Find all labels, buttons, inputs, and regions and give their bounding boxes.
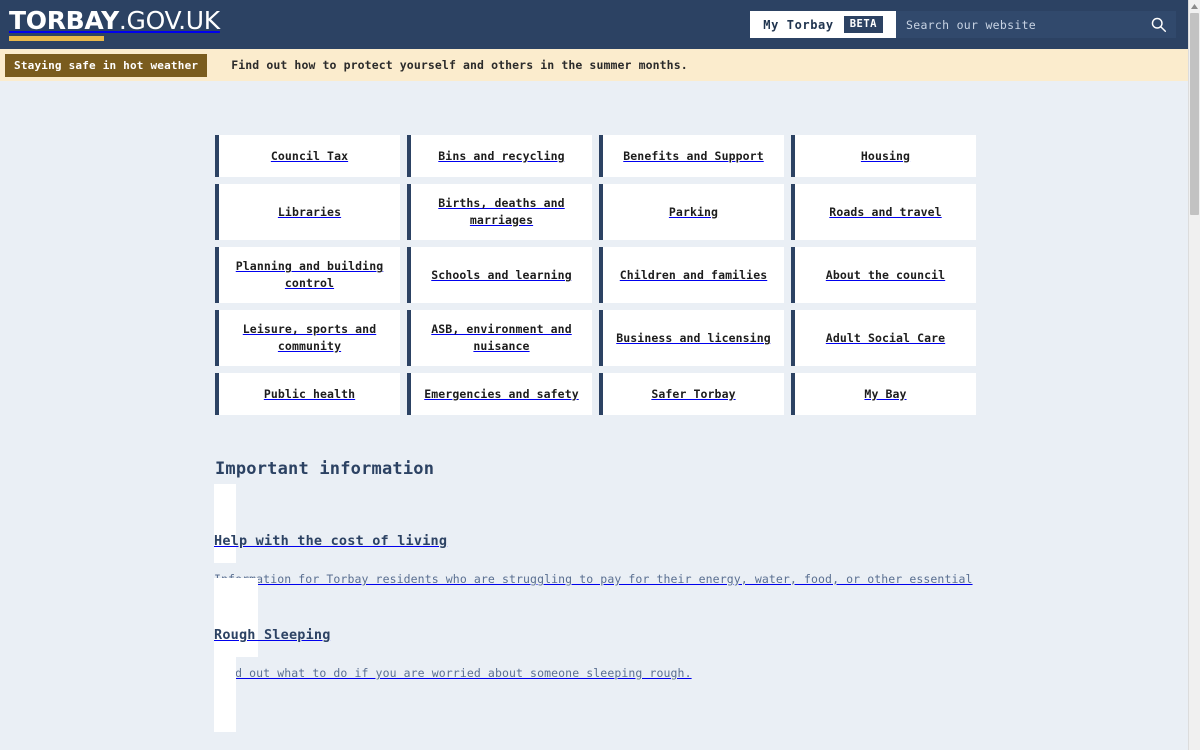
nav-card[interactable]: About the council	[791, 247, 976, 303]
nav-card-label: Leisure, sports and community	[242, 322, 377, 353]
site-logo-bold: TORBAY	[9, 6, 119, 35]
info-card-title: Help with the cost of living	[214, 533, 448, 549]
page-scrollbar[interactable]	[1188, 0, 1200, 750]
nav-card-label: Safer Torbay	[651, 386, 736, 401]
nav-card-label: Emergencies and safety	[424, 386, 579, 401]
nav-card-label: Benefits and Support	[623, 148, 764, 163]
nav-card[interactable]: Emergencies and safety	[407, 373, 592, 415]
nav-card[interactable]: Safer Torbay	[599, 373, 784, 415]
nav-card-label: Schools and learning	[431, 267, 572, 282]
nav-card-label: Bins and recycling	[438, 148, 565, 163]
nav-card-label: Public health	[263, 386, 356, 401]
nav-card-label: Children and families	[619, 267, 768, 282]
nav-card[interactable]: ASB, environment and nuisance	[407, 310, 592, 366]
search-input[interactable]	[896, 11, 1140, 38]
nav-card[interactable]: Parking	[599, 184, 784, 240]
main-content: Council Tax Bins and recycling Benefits …	[0, 81, 1188, 732]
search-submit-button[interactable]	[1140, 11, 1176, 38]
nav-card[interactable]: Roads and travel	[791, 184, 976, 240]
nav-card[interactable]: Bins and recycling	[407, 135, 592, 177]
alert-message: Find out how to protect yourself and oth…	[231, 58, 688, 72]
nav-card-label: About the council	[825, 267, 946, 282]
nav-card-label: My Bay	[864, 386, 907, 401]
nav-card[interactable]: Leisure, sports and community	[215, 310, 400, 366]
browser-viewport: TORBAY.GOV.UK My Torbay BETA Search our …	[0, 0, 1200, 750]
alert-banner: Staying safe in hot weather Find out how…	[0, 49, 1188, 81]
my-torbay-label: My Torbay	[763, 17, 834, 32]
nav-card-label: Adult Social Care	[825, 330, 946, 345]
nav-card-label: Council Tax	[270, 148, 349, 163]
nav-card[interactable]: Births, deaths and marriages	[407, 184, 592, 240]
nav-card[interactable]: Benefits and Support	[599, 135, 784, 177]
page-content: TORBAY.GOV.UK My Torbay BETA Search our …	[0, 0, 1188, 750]
scroll-up-arrow[interactable]	[1189, 0, 1200, 12]
nav-card[interactable]: My Bay	[791, 373, 976, 415]
nav-card-label: Housing	[860, 148, 911, 163]
nav-card-label: Business and licensing	[616, 330, 771, 345]
nav-card[interactable]: Adult Social Care	[791, 310, 976, 366]
nav-card[interactable]: Children and families	[599, 247, 784, 303]
header-actions: My Torbay BETA	[750, 11, 1176, 38]
search-icon	[1151, 17, 1166, 33]
nav-card-label: Planning and building control	[235, 259, 384, 290]
important-information-list: Help with the cost of living Information…	[214, 484, 974, 732]
triangle-up-icon	[1191, 3, 1198, 9]
nav-card[interactable]: Business and licensing	[599, 310, 784, 366]
nav-card[interactable]: Council Tax	[215, 135, 400, 177]
nav-card-label: Roads and travel	[829, 204, 942, 219]
info-card-description: Find out what to do if you are worried a…	[214, 665, 692, 680]
site-logo-underline	[9, 36, 104, 41]
nav-card[interactable]: Schools and learning	[407, 247, 592, 303]
site-logo-text: TORBAY.GOV.UK	[9, 8, 220, 33]
nav-card[interactable]: Housing	[791, 135, 976, 177]
beta-badge: BETA	[843, 16, 883, 33]
site-logo-suffix: .GOV.UK	[118, 6, 220, 35]
info-card-title: Rough Sleeping	[214, 626, 331, 643]
site-header: TORBAY.GOV.UK My Torbay BETA	[0, 0, 1188, 49]
alert-badge[interactable]: Staying safe in hot weather	[5, 53, 208, 77]
my-torbay-button[interactable]: My Torbay BETA	[750, 11, 896, 38]
info-card-description: Information for Torbay residents who are…	[214, 572, 973, 605]
search-bar	[896, 11, 1176, 38]
nav-card[interactable]: Planning and building control	[215, 247, 400, 303]
nav-card-label: Parking	[668, 204, 719, 219]
nav-card[interactable]: Public health	[215, 373, 400, 415]
site-logo[interactable]: TORBAY.GOV.UK	[9, 8, 220, 41]
scrollbar-thumb[interactable]	[1190, 13, 1199, 215]
nav-card-label: Births, deaths and marriages	[438, 196, 565, 227]
important-information-heading: Important information	[215, 459, 435, 479]
nav-card-label: ASB, environment and nuisance	[431, 322, 572, 353]
nav-card-label: Libraries	[277, 204, 342, 219]
service-card-grid: Council Tax Bins and recycling Benefits …	[215, 135, 976, 415]
nav-card[interactable]: Libraries	[215, 184, 400, 240]
